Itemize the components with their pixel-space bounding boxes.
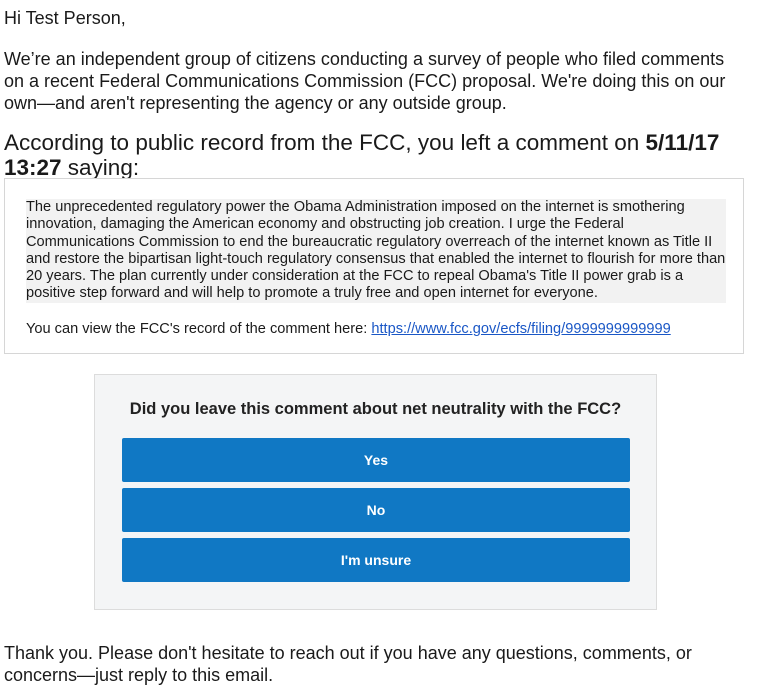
heading-suffix: saying: bbox=[61, 155, 140, 180]
comment-heading: According to public record from the FCC,… bbox=[4, 130, 754, 180]
greeting: Hi Test Person, bbox=[4, 8, 126, 28]
heading-prefix: According to public record from the FCC,… bbox=[4, 130, 646, 155]
survey-panel: Did you leave this comment about net neu… bbox=[94, 374, 657, 610]
survey-question: Did you leave this comment about net neu… bbox=[129, 400, 622, 418]
fcc-record-link[interactable]: https://www.fcc.gov/ecfs/filing/99999999… bbox=[371, 321, 670, 337]
closing-paragraph: Thank you. Please don't hesitate to reac… bbox=[4, 643, 692, 685]
record-label: You can view the FCC's record of the com… bbox=[26, 321, 372, 337]
yes-button[interactable]: Yes bbox=[122, 438, 630, 482]
comment-text: The unprecedented regulatory power the O… bbox=[26, 199, 726, 303]
unsure-button[interactable]: I'm unsure bbox=[122, 538, 630, 582]
comment-quote-box: The unprecedented regulatory power the O… bbox=[4, 178, 744, 354]
intro-paragraph: We’re an independent group of citizens c… bbox=[4, 49, 726, 113]
record-line: You can view the FCC's record of the com… bbox=[26, 321, 671, 338]
no-button[interactable]: No bbox=[122, 488, 630, 532]
